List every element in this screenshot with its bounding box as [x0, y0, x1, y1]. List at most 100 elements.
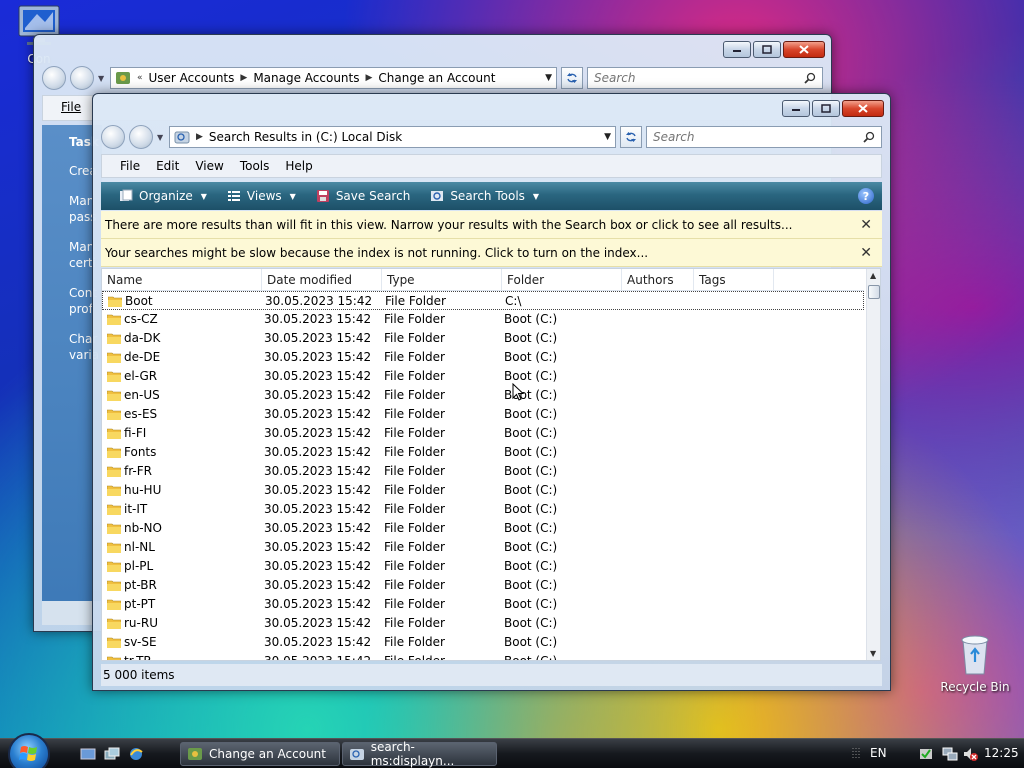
table-row[interactable]: tr-TR 30.05.2023 15:42 File Folder Boot (C:…	[102, 652, 864, 660]
file-list[interactable]: Name Date modified Type Folder Authors T…	[101, 268, 881, 661]
close-icon[interactable]: ✕	[860, 245, 872, 261]
table-row[interactable]: en-US 30.05.2023 15:42 File Folder Boot (C:…	[102, 386, 864, 405]
vertical-scrollbar[interactable]: ▲ ▼	[866, 269, 880, 660]
maximize-button[interactable]	[812, 100, 840, 117]
menu-edit[interactable]: Edit	[156, 159, 179, 173]
breadcrumb-user-accounts[interactable]: User Accounts	[149, 71, 235, 85]
network-icon[interactable]	[942, 746, 958, 762]
language-indicator[interactable]: EN	[870, 746, 887, 760]
table-row[interactable]: nb-NO 30.05.2023 15:42 File Folder Boot (C:…	[102, 519, 864, 538]
table-row[interactable]: pt-PT 30.05.2023 15:42 File Folder Boot (C:…	[102, 595, 864, 614]
table-row[interactable]: fr-FR 30.05.2023 15:42 File Folder Boot (C:…	[102, 462, 864, 481]
search-icon[interactable]	[863, 131, 875, 143]
menu-tools[interactable]: Tools	[240, 159, 270, 173]
table-row[interactable]: cs-CZ 30.05.2023 15:42 File Folder Boot (C:…	[102, 310, 864, 329]
cell-name: fr-FR	[124, 464, 152, 478]
search-input[interactable]	[653, 130, 863, 144]
folder-icon	[107, 580, 121, 591]
table-row[interactable]: pl-PL 30.05.2023 15:42 File Folder Boot (C:…	[102, 557, 864, 576]
minimize-button[interactable]	[723, 41, 751, 58]
cell-folder: Boot (C:)	[504, 331, 558, 345]
menu-file[interactable]: File	[120, 159, 140, 173]
minimize-button[interactable]	[782, 100, 810, 117]
close-icon[interactable]: ✕	[860, 217, 872, 233]
scroll-up-icon[interactable]: ▲	[870, 271, 876, 280]
menu-view[interactable]: View	[195, 159, 223, 173]
maximize-button[interactable]	[753, 41, 781, 58]
table-row[interactable]: sv-SE 30.05.2023 15:42 File Folder Boot (C:…	[102, 633, 864, 652]
search-icon[interactable]	[804, 72, 816, 84]
breadcrumb-change-account[interactable]: Change an Account	[378, 71, 495, 85]
organize-button[interactable]: Organize ▼	[111, 185, 215, 207]
recycle-bin-icon	[951, 630, 999, 678]
address-text[interactable]: Search Results in (C:) Local Disk	[209, 130, 402, 144]
address-bar[interactable]: ▶ Search Results in (C:) Local Disk ▼	[169, 126, 616, 148]
refresh-button[interactable]	[620, 126, 642, 148]
show-desktop-icon[interactable]	[80, 746, 96, 762]
volume-muted-icon[interactable]	[962, 746, 978, 762]
close-button[interactable]	[783, 41, 825, 58]
address-bar[interactable]: « User Accounts ▶ Manage Accounts ▶ Chan…	[110, 67, 557, 89]
column-header-folder[interactable]: Folder	[502, 269, 622, 291]
recent-pages-dropdown[interactable]: ▼	[98, 74, 106, 83]
cell-folder: Boot (C:)	[504, 635, 558, 649]
back-nav-button[interactable]	[42, 66, 66, 90]
column-header-authors[interactable]: Authors	[622, 269, 694, 291]
organize-label: Organize	[139, 189, 193, 203]
help-icon[interactable]: ?	[858, 188, 874, 204]
menu-file[interactable]: File	[61, 100, 81, 114]
cell-folder: Boot (C:)	[504, 350, 558, 364]
cell-folder: Boot (C:)	[504, 578, 558, 592]
search-results-window[interactable]: ▼ ▶ Search Results in (C:) Local Disk ▼ …	[92, 93, 891, 691]
start-button[interactable]	[8, 733, 50, 768]
security-icon[interactable]	[918, 746, 934, 762]
column-header-type[interactable]: Type	[382, 269, 502, 291]
table-row[interactable]: da-DK 30.05.2023 15:42 File Folder Boot (C:…	[102, 329, 864, 348]
address-dropdown-icon[interactable]: ▼	[604, 132, 611, 142]
table-row[interactable]: nl-NL 30.05.2023 15:42 File Folder Boot (C:…	[102, 538, 864, 557]
table-row[interactable]: ru-RU 30.05.2023 15:42 File Folder Boot (C:…	[102, 614, 864, 633]
taskbar-item-search[interactable]: search-ms:displayn...	[342, 740, 497, 768]
taskbar-item-change-account[interactable]: Change an Account	[180, 742, 340, 766]
scroll-thumb[interactable]	[868, 285, 880, 299]
column-header-name[interactable]: Name	[102, 269, 262, 291]
table-row[interactable]: it-IT 30.05.2023 15:42 File Folder Boot (C:…	[102, 500, 864, 519]
save-search-button[interactable]: Save Search	[308, 185, 419, 207]
search-tools-dropdown-icon: ▼	[532, 191, 540, 201]
cell-folder: Boot (C:)	[504, 407, 558, 421]
forward-nav-button[interactable]	[70, 66, 94, 90]
cell-date: 30.05.2023 15:42	[264, 616, 372, 630]
internet-explorer-icon[interactable]	[128, 746, 144, 762]
table-row[interactable]: es-ES 30.05.2023 15:42 File Folder Boot (C:…	[102, 405, 864, 424]
back-nav-button[interactable]	[101, 125, 125, 149]
search-box[interactable]	[646, 126, 882, 148]
switch-windows-icon[interactable]	[104, 746, 120, 762]
folder-icon	[107, 352, 121, 363]
table-row[interactable]: Fonts 30.05.2023 15:42 File Folder Boot (C:…	[102, 443, 864, 462]
views-button[interactable]: Views ▼	[219, 185, 304, 207]
search-box[interactable]	[587, 67, 823, 89]
address-dropdown-icon[interactable]: ▼	[545, 73, 552, 83]
breadcrumb-manage-accounts[interactable]: Manage Accounts	[253, 71, 359, 85]
refresh-button[interactable]	[561, 67, 583, 89]
scroll-down-icon[interactable]: ▼	[870, 649, 876, 658]
recent-pages-dropdown[interactable]: ▼	[157, 133, 165, 142]
table-row[interactable]: hu-HU 30.05.2023 15:42 File Folder Boot (C:…	[102, 481, 864, 500]
search-tools-button[interactable]: Search Tools ▼	[422, 185, 547, 207]
column-header-date-modified[interactable]: Date modified	[262, 269, 382, 291]
close-button[interactable]	[842, 100, 884, 117]
forward-nav-button[interactable]	[129, 125, 153, 149]
table-row[interactable]: fi-FI 30.05.2023 15:42 File Folder Boot (C:…	[102, 424, 864, 443]
info-bar-more-results[interactable]: There are more results than will fit in …	[101, 211, 882, 239]
table-row[interactable]: Boot 30.05.2023 15:42 File Folder C:\	[102, 291, 864, 310]
column-header-tags[interactable]: Tags	[694, 269, 774, 291]
folder-icon	[107, 466, 121, 477]
clock[interactable]: 12:25	[984, 746, 1019, 760]
menu-help[interactable]: Help	[285, 159, 312, 173]
search-input[interactable]	[594, 71, 804, 85]
table-row[interactable]: el-GR 30.05.2023 15:42 File Folder Boot (C:…	[102, 367, 864, 386]
table-row[interactable]: de-DE 30.05.2023 15:42 File Folder Boot (C:…	[102, 348, 864, 367]
recycle-bin-desktop-icon[interactable]: Recycle Bin	[940, 630, 1010, 694]
info-bar-index[interactable]: Your searches might be slow because the …	[101, 239, 882, 267]
table-row[interactable]: pt-BR 30.05.2023 15:42 File Folder Boot (C:…	[102, 576, 864, 595]
